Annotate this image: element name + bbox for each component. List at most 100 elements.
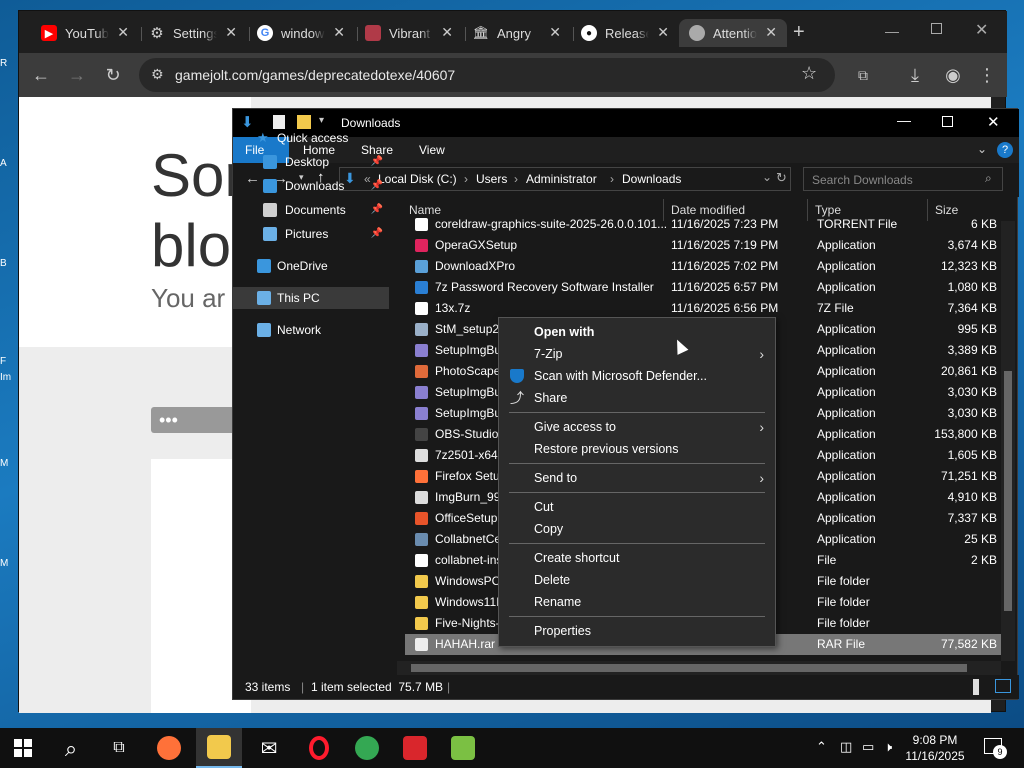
file-row[interactable]: 13x.7z 11/16/2025 6:56 PM 7Z File 7,364 KB <box>405 298 1005 319</box>
scrollbar-thumb[interactable] <box>411 664 967 672</box>
minimize-button[interactable]: — <box>897 112 911 128</box>
taskbar-app[interactable] <box>146 728 192 768</box>
taskbar-app[interactable]: ⌕ <box>48 728 94 768</box>
reload-icon[interactable]: ↻ <box>99 61 127 89</box>
nav-item[interactable]: ★ Quick access <box>233 127 389 149</box>
menu-item[interactable]: Scan with Microsoft Defender... <box>500 365 774 387</box>
breadcrumb-segment[interactable]: Users <box>476 172 507 186</box>
close-tab-icon[interactable]: ✕ <box>549 24 561 41</box>
browser-tab-active[interactable]: Attention ✕ <box>679 19 787 47</box>
maximize-button[interactable] <box>931 23 942 34</box>
browser-tab[interactable]: ▶ YouTube ✕ <box>31 19 139 47</box>
desktop-icon-label[interactable]: M <box>0 558 20 569</box>
menu-item[interactable]: Copy <box>500 518 774 540</box>
minimize-button[interactable]: — <box>885 23 899 39</box>
taskbar-app[interactable] <box>344 728 390 768</box>
taskbar-app[interactable]: ⧉ <box>96 728 142 768</box>
speaker-muted-icon[interactable]: 🕨 <box>884 739 892 755</box>
taskbar-app[interactable] <box>440 728 486 768</box>
ribbon-tab-view[interactable]: View <box>407 137 457 163</box>
meet-now-icon[interactable]: ◫ <box>840 739 852 755</box>
taskbar-app[interactable] <box>196 728 242 768</box>
breadcrumb-segment[interactable]: Local Disk (C:) <box>378 172 457 186</box>
chevron-down-icon[interactable]: ⌄ <box>762 170 772 184</box>
close-window-button[interactable]: ✕ <box>975 20 988 40</box>
taskbar-app[interactable] <box>392 728 438 768</box>
menu-item[interactable]: Give access to › <box>500 416 774 438</box>
menu-kebab-icon[interactable]: ⋮ <box>973 61 1001 89</box>
close-tab-icon[interactable]: ✕ <box>765 24 777 41</box>
nav-item[interactable]: Pictures 📌 <box>233 223 389 245</box>
network-icon[interactable]: ▭ <box>862 739 874 755</box>
close-tab-icon[interactable]: ✕ <box>657 24 669 41</box>
browser-tab[interactable]: G windows ✕ <box>247 19 355 47</box>
file-row[interactable]: OperaGXSetup 11/16/2025 7:19 PM Applicatio… <box>405 235 1005 256</box>
address-bar[interactable]: ⚙ gamejolt.com/games/deprecatedotexe/406… <box>139 58 835 92</box>
browser-tab[interactable]: ● Releases ✕ <box>571 19 679 47</box>
desktop-icon-label[interactable]: Im <box>0 372 20 383</box>
close-tab-icon[interactable]: ✕ <box>117 24 129 41</box>
maximize-button[interactable] <box>942 116 953 127</box>
search-icon[interactable]: ⌕ <box>985 171 992 186</box>
desktop-icon-label[interactable]: M <box>0 458 20 469</box>
vertical-scrollbar[interactable] <box>1001 221 1015 661</box>
breadcrumb-segment[interactable]: Downloads <box>622 172 681 186</box>
desktop-icon-label[interactable]: R <box>0 58 20 69</box>
menu-item[interactable]: Delete <box>500 569 774 591</box>
notification-center-icon[interactable]: 9 <box>984 738 1007 759</box>
breadcrumb-segment[interactable]: Administrator <box>526 172 597 186</box>
menu-item[interactable]: Create shortcut <box>500 547 774 569</box>
nav-item[interactable]: Network <box>233 319 389 341</box>
menu-item[interactable]: Cut <box>500 496 774 518</box>
taskbar-app[interactable]: ✉ <box>246 728 292 768</box>
expand-ribbon-icon[interactable]: ⌄ <box>977 142 987 156</box>
browser-tab[interactable]: ⚙ Settings ✕ <box>139 19 247 47</box>
nav-item[interactable]: Desktop 📌 <box>233 151 389 173</box>
back-arrow-icon[interactable]: ← <box>27 61 55 89</box>
file-row[interactable]: coreldraw-graphics-suite-2025-26.0.0.101… <box>405 214 1005 235</box>
url-text[interactable]: gamejolt.com/games/deprecatedotexe/40607 <box>175 67 455 83</box>
horizontal-scrollbar[interactable] <box>397 661 1001 675</box>
nav-item[interactable]: OneDrive <box>233 255 389 277</box>
menu-item[interactable]: 7-Zip › <box>500 343 774 365</box>
explorer-address-bar[interactable]: ⬇ « Local Disk (C:) › Users › Administra… <box>339 167 791 191</box>
start-button[interactable] <box>0 728 46 768</box>
chevron-up-icon[interactable]: ⌃ <box>816 739 827 755</box>
desktop-icon-label[interactable]: B <box>0 258 20 269</box>
help-icon[interactable]: ? <box>997 142 1013 158</box>
close-tab-icon[interactable]: ✕ <box>441 24 453 41</box>
menu-item[interactable]: Send to › <box>500 467 774 489</box>
new-tab-button[interactable]: + <box>793 21 805 44</box>
system-clock[interactable]: 9:08 PM 11/16/2025 <box>900 732 970 764</box>
search-tabs-icon[interactable]: ⧉ <box>849 61 877 89</box>
large-icons-view-icon[interactable] <box>995 679 1011 693</box>
menu-item[interactable]: Properties <box>500 620 774 642</box>
scrollbar-thumb[interactable] <box>1004 371 1012 611</box>
refresh-icon[interactable]: ↻ <box>776 170 787 186</box>
nav-item[interactable]: Documents 📌 <box>233 199 389 221</box>
details-view-icon[interactable] <box>973 679 979 695</box>
file-row[interactable]: DownloadXPro 11/16/2025 7:02 PM Applicatio… <box>405 256 1005 277</box>
menu-item[interactable]: Restore previous versions <box>500 438 774 460</box>
close-tab-icon[interactable]: ✕ <box>333 24 345 41</box>
menu-item[interactable]: Open with <box>500 321 774 343</box>
menu-item[interactable]: ⤴ Share <box>500 387 774 409</box>
download-icon[interactable]: ⤓ <box>901 61 929 89</box>
forward-arrow-icon[interactable]: → <box>63 61 91 89</box>
browser-tab[interactable]: Vibrant ✕ <box>355 19 463 47</box>
chevron-down-icon[interactable]: ▾ <box>319 115 324 126</box>
search-input[interactable]: Search Downloads <box>803 167 1003 191</box>
close-window-button[interactable]: ✕ <box>987 113 1000 131</box>
menu-item[interactable]: Rename <box>500 591 774 613</box>
browser-tab[interactable]: 🏛 Angry ✕ <box>463 19 571 47</box>
desktop-icon-label[interactable]: A <box>0 158 20 169</box>
taskbar-app[interactable] <box>296 728 342 768</box>
profile-icon[interactable]: ◉ <box>939 61 967 89</box>
bookmark-star-icon[interactable]: ☆ <box>801 63 817 84</box>
desktop-icon-label[interactable]: F <box>0 356 20 367</box>
site-info-icon[interactable]: ⚙ <box>151 66 164 83</box>
nav-item[interactable]: Downloads 📌 <box>233 175 389 197</box>
nav-item[interactable]: This PC <box>233 287 389 309</box>
file-row[interactable]: 7z Password Recovery Software Installer 1… <box>405 277 1005 298</box>
close-tab-icon[interactable]: ✕ <box>225 24 237 41</box>
